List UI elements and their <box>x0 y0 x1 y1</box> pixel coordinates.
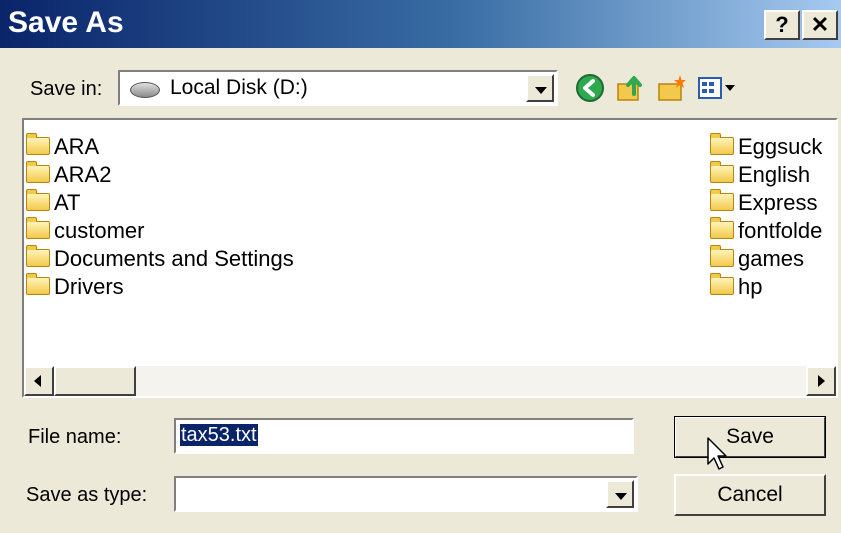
new-folder-icon[interactable] <box>656 72 688 104</box>
folder-icon <box>26 273 50 295</box>
folder-icon <box>710 189 734 211</box>
folder-item[interactable]: ARA <box>26 133 99 162</box>
file-name-label: File name: <box>28 426 122 448</box>
scroll-right-icon[interactable] <box>806 366 836 396</box>
dialog-title: Save As <box>8 6 124 39</box>
folder-icon <box>710 273 734 295</box>
folder-icon <box>26 161 50 183</box>
up-folder-icon[interactable] <box>614 72 646 104</box>
save-as-dialog: Save As ? ✕ Save in: Local Disk (D:) ARA… <box>0 0 841 533</box>
scroll-left-icon[interactable] <box>24 366 54 396</box>
save-in-value: Local Disk (D:) <box>170 76 308 99</box>
folder-icon <box>710 217 734 239</box>
folder-icon <box>26 217 50 239</box>
folder-icon <box>710 133 734 155</box>
folder-item[interactable]: Eggsuck <box>710 133 822 162</box>
folder-icon <box>710 161 734 183</box>
local-disk-icon <box>130 82 160 98</box>
save-in-dropdown[interactable]: Local Disk (D:) <box>118 70 558 106</box>
folder-item[interactable]: customer <box>26 217 144 246</box>
folder-item[interactable]: Documents and Settings <box>26 245 294 274</box>
folder-item[interactable]: fontfolde <box>710 217 822 246</box>
title-bar[interactable]: Save As ? ✕ <box>0 0 841 48</box>
file-name-value: tax53.txt <box>180 424 258 446</box>
folder-item[interactable]: games <box>710 245 804 274</box>
folder-item[interactable]: AT <box>26 189 80 218</box>
mouse-pointer-icon <box>707 437 727 470</box>
save-as-type-dropdown[interactable] <box>174 476 638 512</box>
chevron-down-icon[interactable] <box>526 74 554 102</box>
file-list[interactable]: ARA ARA2 AT customer Documents and Setti… <box>22 118 838 398</box>
file-name-input[interactable]: tax53.txt <box>174 418 634 454</box>
horizontal-scrollbar[interactable] <box>24 366 836 396</box>
scrollbar-thumb[interactable] <box>54 366 136 396</box>
close-button[interactable]: ✕ <box>802 10 838 40</box>
folder-item[interactable]: Drivers <box>26 273 124 302</box>
save-button[interactable]: Save <box>674 416 826 458</box>
folder-icon <box>710 245 734 267</box>
cancel-button[interactable]: Cancel <box>674 474 826 516</box>
save-in-label: Save in: <box>30 78 103 100</box>
save-as-type-label: Save as type: <box>26 484 148 506</box>
chevron-down-icon[interactable] <box>606 480 634 508</box>
folder-icon <box>26 133 50 155</box>
folder-item[interactable]: Express <box>710 189 817 218</box>
help-button[interactable]: ? <box>764 10 800 40</box>
folder-item[interactable]: hp <box>710 273 762 302</box>
folder-item[interactable]: ARA2 <box>26 161 111 190</box>
views-menu-icon[interactable] <box>697 72 737 104</box>
folder-item[interactable]: English <box>710 161 810 190</box>
folder-icon <box>26 245 50 267</box>
back-icon[interactable] <box>574 72 606 104</box>
folder-icon <box>26 189 50 211</box>
